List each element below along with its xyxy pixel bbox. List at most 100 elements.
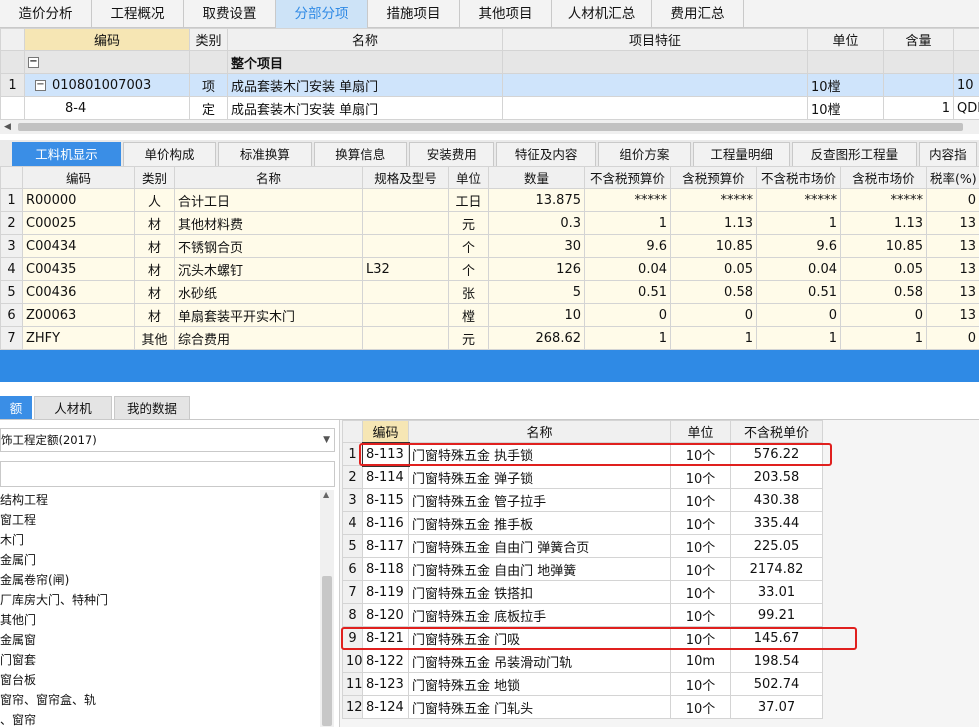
table-row[interactable]: 4 8-116 门窗特殊五金 推手板 10个 335.44 bbox=[342, 511, 823, 535]
tab-sub-items[interactable]: 分部分项 bbox=[276, 0, 368, 28]
tree-item[interactable]: 窗工程 bbox=[0, 510, 320, 530]
quota-unit[interactable]: 10个 bbox=[670, 603, 731, 627]
quota-name[interactable]: 门窗特殊五金 弹子锁 bbox=[408, 465, 671, 489]
collapse-icon[interactable]: − bbox=[35, 79, 46, 91]
quota-unit[interactable]: 10个 bbox=[670, 695, 731, 719]
material-code[interactable]: Z00063 bbox=[22, 303, 135, 327]
budget-price-incl-tax[interactable]: 0.58 bbox=[670, 280, 757, 304]
quota-name[interactable]: 门窗特殊五金 门轧头 bbox=[408, 695, 671, 719]
material-type[interactable]: 材 bbox=[134, 303, 175, 327]
tab-features-content[interactable]: 特征及内容 bbox=[496, 142, 596, 166]
tax-rate[interactable]: 13 bbox=[926, 280, 979, 304]
market-price-incl-tax[interactable]: ***** bbox=[840, 188, 927, 212]
quota-name[interactable]: 门窗特殊五金 地锁 bbox=[408, 672, 671, 696]
material-type[interactable]: 材 bbox=[134, 257, 175, 281]
tax-rate[interactable]: 13 bbox=[926, 257, 979, 281]
budget-price-incl-tax[interactable]: 1.13 bbox=[670, 211, 757, 235]
market-price-excl-tax[interactable]: 9.6 bbox=[756, 234, 841, 258]
material-name[interactable]: 合计工日 bbox=[174, 188, 363, 212]
column-header-code[interactable]: 编码 bbox=[22, 166, 135, 189]
quota-unit-price[interactable]: 335.44 bbox=[730, 511, 823, 535]
item-unit[interactable]: 10樘 bbox=[807, 96, 884, 120]
quota-name[interactable]: 门窗特殊五金 推手板 bbox=[408, 511, 671, 535]
material-unit[interactable]: 个 bbox=[448, 234, 489, 258]
market-price-incl-tax[interactable]: 1.13 bbox=[840, 211, 927, 235]
quota-unit[interactable]: 10m bbox=[670, 649, 731, 673]
quota-code[interactable]: 8-117 bbox=[362, 534, 409, 558]
quota-code[interactable]: 8-114 bbox=[362, 465, 409, 489]
budget-price-excl-tax[interactable]: 0 bbox=[584, 303, 671, 327]
material-code[interactable]: C00435 bbox=[22, 257, 135, 281]
quota-unit-price[interactable]: 225.05 bbox=[730, 534, 823, 558]
tree-item[interactable]: 厂库房大门、特种门 bbox=[0, 590, 320, 610]
material-spec[interactable] bbox=[362, 280, 449, 304]
tab-my-data[interactable]: 我的数据 bbox=[114, 396, 190, 420]
market-price-incl-tax[interactable]: 0.58 bbox=[840, 280, 927, 304]
material-name[interactable]: 综合费用 bbox=[174, 326, 363, 350]
tab-conversion-info[interactable]: 换算信息 bbox=[313, 142, 407, 166]
quota-unit-price[interactable]: 203.58 bbox=[730, 465, 823, 489]
quota-unit[interactable]: 10个 bbox=[670, 534, 731, 558]
quota-unit[interactable]: 10个 bbox=[670, 557, 731, 581]
quota-unit[interactable]: 10个 bbox=[670, 511, 731, 535]
tab-installation-fee[interactable]: 安装费用 bbox=[408, 142, 495, 166]
item-extra[interactable]: QDL bbox=[953, 96, 979, 120]
table-row[interactable]: 12 8-124 门窗特殊五金 门轧头 10个 37.07 bbox=[342, 695, 823, 719]
quota-code[interactable]: 8-115 bbox=[362, 488, 409, 512]
tab-content[interactable]: 内容指 bbox=[918, 142, 978, 166]
market-price-incl-tax[interactable]: 0.05 bbox=[840, 257, 927, 281]
tab-standard-conversion[interactable]: 标准换算 bbox=[218, 142, 312, 166]
tree-item[interactable]: 结构工程 bbox=[0, 490, 320, 510]
material-name[interactable]: 单扇套装平开实木门 bbox=[174, 303, 363, 327]
table-row[interactable]: 1 −010801007003 项 成品套装木门安装 单扇门 10樘 10 bbox=[0, 73, 979, 97]
column-header-unit[interactable]: 单位 bbox=[807, 28, 884, 51]
material-code[interactable]: C00436 bbox=[22, 280, 135, 304]
quota-name[interactable]: 门窗特殊五金 吊装滑动门轨 bbox=[408, 649, 671, 673]
quota-code[interactable]: 8-124 bbox=[362, 695, 409, 719]
material-spec[interactable] bbox=[362, 211, 449, 235]
quota-name[interactable]: 门窗特殊五金 铁搭扣 bbox=[408, 580, 671, 604]
column-header-spec[interactable]: 规格及型号 bbox=[362, 166, 449, 189]
material-spec[interactable] bbox=[362, 303, 449, 327]
material-quantity[interactable]: 10 bbox=[488, 303, 585, 327]
column-header-name[interactable]: 名称 bbox=[227, 28, 503, 51]
quota-code[interactable]: 8-122 bbox=[362, 649, 409, 673]
column-header-code[interactable]: 编码 bbox=[362, 420, 409, 443]
quota-name[interactable]: 门窗特殊五金 底板拉手 bbox=[408, 603, 671, 627]
quota-name[interactable]: 门窗特殊五金 自由门 弹簧合页 bbox=[408, 534, 671, 558]
material-quantity[interactable]: 30 bbox=[488, 234, 585, 258]
tab-quantity-details[interactable]: 工程量明细 bbox=[693, 142, 791, 166]
market-price-incl-tax[interactable]: 0 bbox=[840, 303, 927, 327]
table-row[interactable]: 1 R00000 人合计工日 工日 13.875 ***** ***** ***** *****… bbox=[0, 188, 979, 212]
material-quantity[interactable]: 0.3 bbox=[488, 211, 585, 235]
quota-code[interactable]: 8-118 bbox=[362, 557, 409, 581]
column-header-quantity[interactable]: 含量 bbox=[883, 28, 954, 51]
tab-quota[interactable]: 额 bbox=[0, 396, 32, 420]
group-toggle-cell[interactable]: − bbox=[24, 50, 190, 74]
panel-splitter-bar[interactable] bbox=[0, 350, 979, 382]
material-quantity[interactable]: 5 bbox=[488, 280, 585, 304]
material-name[interactable]: 不锈钢合页 bbox=[174, 234, 363, 258]
tab-project-overview[interactable]: 工程概况 bbox=[92, 0, 184, 28]
material-unit[interactable]: 樘 bbox=[448, 303, 489, 327]
column-header-budget-price-incl-tax[interactable]: 含税预算价 bbox=[670, 166, 757, 189]
market-price-excl-tax[interactable]: 1 bbox=[756, 211, 841, 235]
material-type[interactable]: 其他 bbox=[134, 326, 175, 350]
scrollbar-thumb[interactable] bbox=[18, 123, 963, 131]
material-code[interactable]: ZHFY bbox=[22, 326, 135, 350]
table-row[interactable]: 6 Z00063 材单扇套装平开实木门樘 10 0 0 0 0 13 bbox=[0, 303, 979, 327]
table-row[interactable]: 10 8-122 门窗特殊五金 吊装滑动门轨 10m 198.54 bbox=[342, 649, 823, 673]
tree-item[interactable]: 金属卷帘(闸) bbox=[0, 570, 320, 590]
budget-price-excl-tax[interactable]: ***** bbox=[584, 188, 671, 212]
item-type[interactable]: 定 bbox=[189, 96, 228, 120]
material-type[interactable]: 材 bbox=[134, 211, 175, 235]
material-unit[interactable]: 工日 bbox=[448, 188, 489, 212]
quota-library-select[interactable]: 饰工程定额(2017) ▼ bbox=[0, 428, 335, 452]
market-price-excl-tax[interactable]: ***** bbox=[756, 188, 841, 212]
column-header-type[interactable]: 类别 bbox=[189, 28, 228, 51]
item-code-cell[interactable]: 8-4 bbox=[24, 96, 190, 120]
tab-fee-summary[interactable]: 费用汇总 bbox=[652, 0, 744, 28]
quota-unit[interactable]: 10个 bbox=[670, 672, 731, 696]
table-row[interactable]: 8-4 定 成品套装木门安装 单扇门 10樘 1 QDL bbox=[0, 96, 979, 120]
column-header-extra[interactable] bbox=[953, 28, 979, 51]
